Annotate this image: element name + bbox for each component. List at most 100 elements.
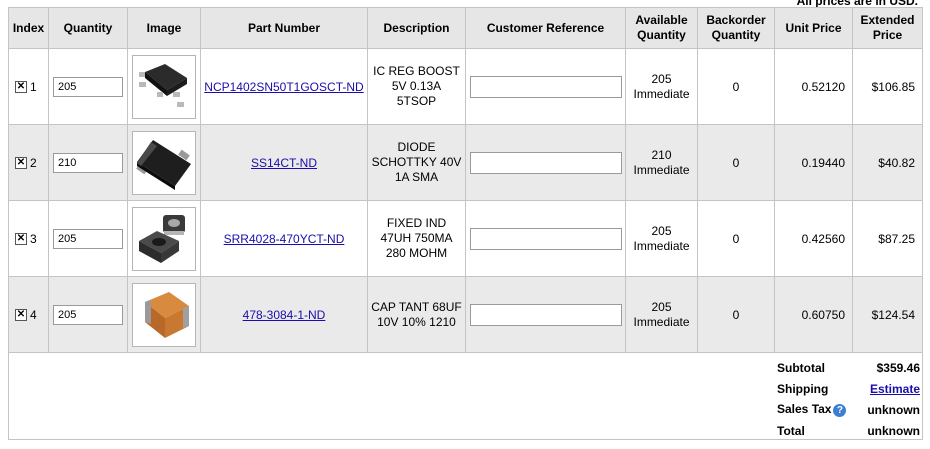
part-number-link[interactable]: SRR4028-470YCT-ND bbox=[224, 232, 345, 246]
index-number: 4 bbox=[30, 307, 37, 322]
index-cell: ✕ 1 bbox=[8, 48, 49, 125]
quantity-cell bbox=[48, 124, 128, 201]
header-customer-reference: Customer Reference bbox=[465, 7, 626, 49]
available-quantity-cell: 205 Immediate bbox=[625, 48, 698, 125]
part-number-cell: SRR4028-470YCT-ND bbox=[200, 200, 368, 277]
unit-price-cell: 0.60750 bbox=[774, 276, 853, 353]
smd-inductor-image[interactable] bbox=[132, 206, 196, 271]
index-cell: ✕ 3 bbox=[8, 200, 49, 277]
description-cell: CAP TANT 68UF 10V 10% 1210 bbox=[367, 276, 466, 353]
header-quantity: Quantity bbox=[48, 7, 128, 49]
available-qty: 205 bbox=[651, 223, 672, 238]
header-description: Description bbox=[367, 7, 466, 49]
available-status: Immediate bbox=[633, 314, 690, 329]
description-cell: FIXED IND 47UH 750MA 280 MOHM bbox=[367, 200, 466, 277]
extended-price-cell: $40.82 bbox=[852, 124, 923, 201]
available-status: Immediate bbox=[633, 86, 690, 101]
index-cell: ✕ 2 bbox=[8, 124, 49, 201]
header-extended-price: Extended Price bbox=[852, 7, 923, 49]
shipping-row: Shipping Estimate bbox=[777, 378, 920, 399]
customer-reference-cell bbox=[465, 48, 626, 125]
description-line: CAP TANT 68UF bbox=[371, 299, 462, 314]
description-line: 47UH 750MA bbox=[380, 231, 453, 245]
sot23-5-ic-image[interactable] bbox=[132, 54, 196, 119]
description-line: DIODE bbox=[397, 140, 436, 154]
customer-reference-input[interactable] bbox=[469, 227, 622, 250]
quantity-input[interactable] bbox=[53, 228, 123, 249]
backorder-cell: 0 bbox=[697, 48, 775, 125]
unit-price-cell: 0.52120 bbox=[774, 48, 853, 125]
table-row: ✕1 NCP1402SN50T1GOSCT- bbox=[8, 48, 923, 125]
sales-tax-value: unknown bbox=[867, 402, 920, 417]
help-icon[interactable]: ? bbox=[833, 403, 847, 417]
description-line: IC REG BOOST bbox=[373, 64, 460, 78]
image-cell bbox=[127, 200, 201, 277]
part-number-link[interactable]: SS14CT-ND bbox=[251, 156, 317, 170]
customer-reference-input[interactable] bbox=[469, 151, 622, 174]
quantity-input[interactable] bbox=[53, 76, 123, 97]
quantity-input[interactable] bbox=[53, 304, 123, 325]
quantity-input[interactable] bbox=[53, 152, 123, 173]
available-quantity-cell: 210 Immediate bbox=[625, 124, 698, 201]
sales-tax-label-group: Sales Tax? bbox=[777, 402, 847, 417]
available-status: Immediate bbox=[633, 238, 690, 253]
shipping-label: Shipping bbox=[777, 381, 829, 396]
backorder-cell: 0 bbox=[697, 200, 775, 277]
sma-diode-image[interactable] bbox=[132, 130, 196, 195]
total-label: Total bbox=[777, 423, 805, 438]
description-line: 1A SMA bbox=[394, 170, 439, 184]
header-backorder-quantity: Backorder Quantity bbox=[697, 7, 775, 49]
image-cell bbox=[127, 48, 201, 125]
part-number-cell: NCP1402SN50T1GOSCT-ND bbox=[200, 48, 368, 125]
sales-tax-label: Sales Tax bbox=[777, 402, 832, 417]
total-value: unknown bbox=[867, 423, 920, 438]
order-totals: Subtotal $359.46 Shipping Estimate Sales… bbox=[777, 357, 920, 441]
index-number: 3 bbox=[30, 231, 37, 246]
backorder-cell: 0 bbox=[697, 124, 775, 201]
description-line: FIXED IND bbox=[386, 216, 447, 230]
customer-reference-cell bbox=[465, 124, 626, 201]
available-qty: 205 bbox=[651, 71, 672, 86]
table-row: ✕2 SS14CT-ND DIODE SCHOTTKY 40V bbox=[8, 124, 923, 201]
extended-price-cell: $124.54 bbox=[852, 276, 923, 353]
description-line: 5V 0.13A bbox=[391, 79, 442, 93]
shipping-estimate-link[interactable]: Estimate bbox=[870, 382, 920, 396]
available-quantity-cell: 205 Immediate bbox=[625, 200, 698, 277]
unit-price-cell: 0.42560 bbox=[774, 200, 853, 277]
customer-reference-input[interactable] bbox=[469, 303, 622, 326]
header-row: Index Quantity Image Part Number Descrip… bbox=[8, 7, 923, 49]
remove-checkbox[interactable]: ✕ bbox=[15, 308, 27, 321]
total-row: Total unknown bbox=[777, 420, 920, 441]
remove-checkbox[interactable]: ✕ bbox=[15, 80, 27, 93]
description-cell: DIODE SCHOTTKY 40V 1A SMA bbox=[367, 124, 466, 201]
description-line: 5TSOP bbox=[396, 94, 437, 108]
description-line: 10V 10% 1210 bbox=[377, 314, 456, 329]
unit-price-cell: 0.19440 bbox=[774, 124, 853, 201]
part-number-link[interactable]: NCP1402SN50T1GOSCT-ND bbox=[204, 80, 363, 94]
customer-reference-input[interactable] bbox=[469, 75, 622, 98]
remove-checkbox[interactable]: ✕ bbox=[15, 232, 27, 245]
subtotal-row: Subtotal $359.46 bbox=[777, 357, 920, 378]
available-status: Immediate bbox=[633, 162, 690, 177]
header-part-number: Part Number bbox=[200, 7, 368, 49]
extended-price-cell: $87.25 bbox=[852, 200, 923, 277]
index-number: 1 bbox=[30, 79, 37, 94]
header-unit-price: Unit Price bbox=[774, 7, 853, 49]
sales-tax-row: Sales Tax? unknown bbox=[777, 399, 920, 420]
tantalum-capacitor-image[interactable] bbox=[132, 282, 196, 347]
table-row: ✕4 478-3084-1-ND CAP TANT 68UF 10V 10% bbox=[8, 276, 923, 353]
part-number-link[interactable]: 478-3084-1-ND bbox=[243, 308, 326, 322]
quantity-cell bbox=[48, 200, 128, 277]
part-number-cell: SS14CT-ND bbox=[200, 124, 368, 201]
quantity-cell bbox=[48, 276, 128, 353]
backorder-cell: 0 bbox=[697, 276, 775, 353]
header-image: Image bbox=[127, 7, 201, 49]
image-cell bbox=[127, 124, 201, 201]
table-row: ✕3 SRR4028-470YCT-ND bbox=[8, 200, 923, 277]
remove-checkbox[interactable]: ✕ bbox=[15, 156, 27, 169]
description-line: SCHOTTKY 40V bbox=[371, 155, 462, 169]
index-cell: ✕ 4 bbox=[8, 276, 49, 353]
image-cell bbox=[127, 276, 201, 353]
subtotal-value: $359.46 bbox=[876, 360, 920, 375]
description-line: 280 MOHM bbox=[385, 246, 448, 260]
